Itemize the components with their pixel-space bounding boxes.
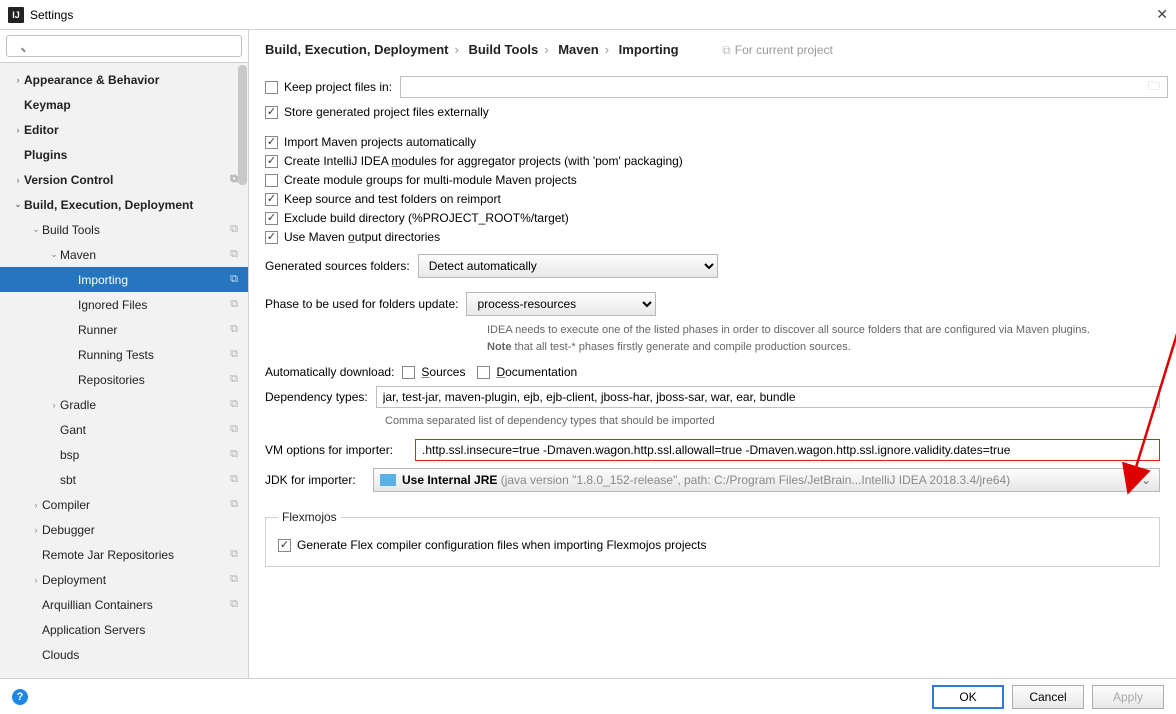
tree-item-editor[interactable]: ›Editor xyxy=(0,117,248,142)
tree-item-sbt[interactable]: sbt⧉ xyxy=(0,467,248,492)
tree-item-maven[interactable]: ⌄Maven⧉ xyxy=(0,242,248,267)
tree-item-build-tools[interactable]: ⌄Build Tools⧉ xyxy=(0,217,248,242)
tree-item-bsp[interactable]: bsp⧉ xyxy=(0,442,248,467)
phase-combo[interactable]: process-resources xyxy=(466,292,656,316)
copy-icon: ⧉ xyxy=(230,348,238,361)
checkbox-keep-src[interactable] xyxy=(265,193,278,206)
tree-item-gant[interactable]: Gant⧉ xyxy=(0,417,248,442)
copy-icon: ⧉ xyxy=(230,298,238,311)
copy-icon: ⧉ xyxy=(722,43,731,57)
copy-icon: ⧉ xyxy=(230,373,238,386)
tree-item-build-execution-deployment[interactable]: ⌄Build, Execution, Deployment xyxy=(0,192,248,217)
copy-icon: ⧉ xyxy=(230,598,238,611)
row-keep-files: Keep project files in: 🗀 xyxy=(265,76,1160,98)
phase-hint: IDEA needs to execute one of the listed … xyxy=(487,322,1160,355)
tree-item-debugger[interactable]: ›Debugger xyxy=(0,517,248,542)
tree-item-gradle[interactable]: ›Gradle⧉ xyxy=(0,392,248,417)
content: Build, Execution, Deployment› Build Tool… xyxy=(249,30,1176,678)
tree-item-plugins[interactable]: Plugins xyxy=(0,142,248,167)
row-store-ext: Store generated project files externally xyxy=(265,105,1160,119)
checkbox-use-output[interactable] xyxy=(265,231,278,244)
breadcrumb: Build, Execution, Deployment› Build Tool… xyxy=(265,42,1160,58)
apply-button[interactable]: Apply xyxy=(1092,685,1164,709)
titlebar: IJ Settings ✕ xyxy=(0,0,1176,30)
tree-item-importing[interactable]: Importing⧉ xyxy=(0,267,248,292)
tree-item-appearance-behavior[interactable]: ›Appearance & Behavior xyxy=(0,67,248,92)
copy-icon: ⧉ xyxy=(230,273,238,286)
footer: ? OK Cancel Apply xyxy=(0,678,1176,714)
tree-item-remote-jar-repositories[interactable]: Remote Jar Repositories⧉ xyxy=(0,542,248,567)
app-icon: IJ xyxy=(8,7,24,23)
copy-icon: ⧉ xyxy=(230,173,238,186)
window-title: Settings xyxy=(30,8,1138,22)
tree-item-runner[interactable]: Runner⧉ xyxy=(0,317,248,342)
dependency-types-input[interactable] xyxy=(376,386,1160,408)
copy-icon: ⧉ xyxy=(230,473,238,486)
checkbox-create-modules[interactable] xyxy=(265,155,278,168)
tree-item-compiler[interactable]: ›Compiler⧉ xyxy=(0,492,248,517)
flexmojos-group: Flexmojos Generate Flex compiler configu… xyxy=(265,510,1160,567)
keep-files-input[interactable] xyxy=(400,76,1168,98)
checkbox-flex-gen[interactable] xyxy=(278,539,291,552)
checkbox-keep-files[interactable] xyxy=(265,81,278,94)
tree-item-deployment[interactable]: ›Deployment⧉ xyxy=(0,567,248,592)
sidebar: ›Appearance & BehaviorKeymap›EditorPlugi… xyxy=(0,30,249,678)
checkbox-docs[interactable] xyxy=(477,366,490,379)
tree-item-clouds[interactable]: Clouds xyxy=(0,642,248,667)
tree-item-application-servers[interactable]: Application Servers xyxy=(0,617,248,642)
copy-icon: ⧉ xyxy=(230,223,238,236)
generated-sources-combo[interactable]: Detect automatically xyxy=(418,254,718,278)
copy-icon: ⧉ xyxy=(230,498,238,511)
checkbox-import-auto[interactable] xyxy=(265,136,278,149)
copy-icon: ⧉ xyxy=(230,548,238,561)
close-icon[interactable]: ✕ xyxy=(1138,6,1168,23)
ok-button[interactable]: OK xyxy=(932,685,1004,709)
checkbox-store-ext[interactable] xyxy=(265,106,278,119)
tree-item-repositories[interactable]: Repositories⧉ xyxy=(0,367,248,392)
copy-icon: ⧉ xyxy=(230,248,238,261)
vm-options-input[interactable] xyxy=(415,439,1160,461)
search-input[interactable] xyxy=(6,35,242,57)
cancel-button[interactable]: Cancel xyxy=(1012,685,1084,709)
tree-item-arquillian-containers[interactable]: Arquillian Containers⧉ xyxy=(0,592,248,617)
jdk-combo[interactable]: Use Internal JRE (java version "1.8.0_15… xyxy=(373,468,1160,492)
copy-icon: ⧉ xyxy=(230,423,238,436)
copy-icon: ⧉ xyxy=(230,323,238,336)
dep-types-hint: Comma separated list of dependency types… xyxy=(385,415,1160,427)
search-wrap xyxy=(0,30,248,63)
checkbox-create-groups[interactable] xyxy=(265,174,278,187)
tree-item-keymap[interactable]: Keymap xyxy=(0,92,248,117)
checkbox-sources[interactable] xyxy=(402,366,415,379)
tree-item-running-tests[interactable]: Running Tests⧉ xyxy=(0,342,248,367)
checkbox-exclude-build[interactable] xyxy=(265,212,278,225)
copy-icon: ⧉ xyxy=(230,398,238,411)
main: ›Appearance & BehaviorKeymap›EditorPlugi… xyxy=(0,30,1176,678)
jdk-icon xyxy=(380,474,396,486)
help-icon[interactable]: ? xyxy=(12,689,28,705)
tree-item-version-control[interactable]: ›Version Control⧉ xyxy=(0,167,248,192)
copy-icon: ⧉ xyxy=(230,448,238,461)
settings-tree[interactable]: ›Appearance & BehaviorKeymap›EditorPlugi… xyxy=(0,63,248,678)
copy-icon: ⧉ xyxy=(230,573,238,586)
tree-item-ignored-files[interactable]: Ignored Files⧉ xyxy=(0,292,248,317)
